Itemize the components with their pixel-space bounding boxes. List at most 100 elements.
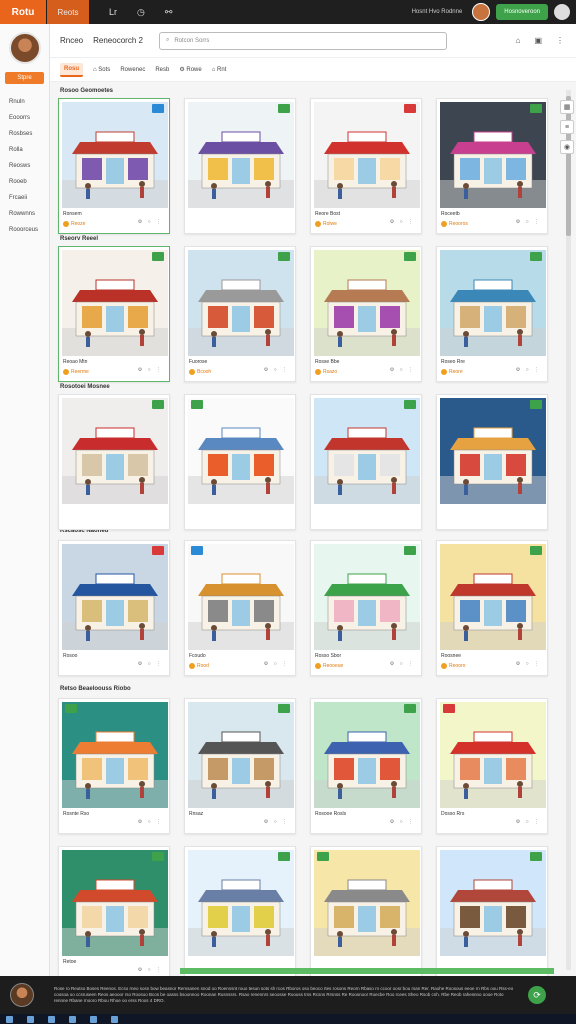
card-title: Rosse Bbe bbox=[315, 359, 340, 365]
store-card[interactable] bbox=[310, 846, 422, 976]
store-card[interactable] bbox=[184, 394, 296, 530]
store-card[interactable]: Roosnee Reooro ⚙ ○ ⋮ bbox=[436, 540, 548, 676]
store-card[interactable]: Reoao Mtn Reerme ⚙ ○ ⋮ bbox=[58, 246, 170, 382]
taskbar-app-icon[interactable] bbox=[90, 1015, 97, 1023]
sidebar-item[interactable]: Rnuln bbox=[0, 94, 49, 110]
store-card[interactable]: Rosso Sbor Reooeue ⚙ ○ ⋮ bbox=[310, 540, 422, 676]
card-badge bbox=[403, 252, 416, 261]
card-actions-icon[interactable]: ⚙ ○ ⋮ bbox=[390, 661, 415, 667]
top-tab[interactable]: Reots bbox=[47, 0, 89, 24]
tab[interactable]: ⌂ Rnt bbox=[212, 67, 227, 73]
store-card[interactable]: Roseo Rre Reore ⚙ ○ ⋮ bbox=[436, 246, 548, 382]
scrollbar[interactable] bbox=[566, 90, 571, 970]
store-card[interactable]: Rosooe Rosls ⚙ ○ ⋮ bbox=[310, 698, 422, 834]
refresh-icon[interactable]: ⟳ bbox=[528, 986, 546, 1004]
eye-icon[interactable]: ◉ bbox=[560, 140, 574, 154]
grid-view-icon[interactable]: ▦ bbox=[560, 100, 574, 114]
store-thumbnail bbox=[314, 250, 420, 356]
store-card[interactable] bbox=[436, 394, 548, 530]
sidebar-item[interactable]: Eooorrs bbox=[0, 110, 49, 126]
card-actions-icon[interactable]: ⚙ ○ ⋮ bbox=[516, 367, 541, 373]
store-card[interactable]: Reore Bost Rolwe ⚙ ○ ⋮ bbox=[310, 98, 422, 234]
taskbar-app-icon[interactable] bbox=[27, 1015, 34, 1023]
card-actions-icon[interactable]: ⚙ ○ ⋮ bbox=[516, 219, 541, 225]
sidebar-item[interactable]: Frcaeii bbox=[0, 190, 49, 206]
section-title: Retso Beaeloouss Riobo bbox=[60, 686, 131, 692]
sidebar-item[interactable]: Rolla bbox=[0, 142, 49, 158]
card-actions-icon[interactable]: ⚙ ○ ⋮ bbox=[264, 661, 289, 667]
price-value: Reooro bbox=[449, 663, 466, 669]
start-icon[interactable] bbox=[6, 1015, 13, 1023]
breadcrumb[interactable]: Reneocorch 2 bbox=[93, 36, 143, 45]
card-actions-icon[interactable]: ⚙ ○ ⋮ bbox=[516, 819, 541, 825]
store-card[interactable]: Retoe ⚙ ○ ⋮ bbox=[58, 846, 170, 976]
tab[interactable]: Rowenec bbox=[120, 67, 145, 73]
app-logo[interactable]: Rotu bbox=[0, 0, 46, 24]
taskbar-app-icon[interactable] bbox=[69, 1015, 76, 1023]
card-actions-icon[interactable]: ⚙ ○ ⋮ bbox=[138, 367, 163, 373]
tab[interactable]: ⚙ Rowe bbox=[179, 66, 201, 73]
price-value: Rood bbox=[197, 663, 209, 669]
tab-active[interactable]: Rosu bbox=[60, 62, 83, 77]
card-badge bbox=[443, 704, 456, 713]
tab[interactable]: ⌂ Sots bbox=[93, 67, 110, 73]
bell-icon[interactable]: ⌂ bbox=[516, 36, 521, 45]
tab-bar: Rosu ⌂ Sots Rowenec Resb ⚙ Rowe ⌂ Rnt bbox=[50, 58, 576, 82]
store-card[interactable]: Rosoo ⚙ ○ ⋮ bbox=[58, 540, 170, 676]
price-value: Reooros bbox=[449, 221, 468, 227]
card-title: Roosnee bbox=[441, 653, 462, 659]
card-actions-icon[interactable]: ⚙ ○ ⋮ bbox=[390, 219, 415, 225]
card-title: Dosso Rrs bbox=[441, 811, 465, 817]
menu-icon[interactable]: ⋮ bbox=[556, 36, 564, 45]
footer-avatar bbox=[10, 983, 34, 1007]
clock-icon[interactable]: ◷ bbox=[137, 7, 145, 18]
settings-icon[interactable]: ▣ bbox=[534, 36, 542, 45]
store-card[interactable] bbox=[310, 394, 422, 530]
library-icon[interactable]: Lr bbox=[109, 7, 117, 17]
sidebar-item[interactable]: Rooorceus bbox=[0, 222, 49, 238]
search-input[interactable]: ⌕ Rotcon Sorrs bbox=[158, 31, 447, 50]
store-card[interactable]: Fuorose Bcooh ⚙ ○ ⋮ bbox=[184, 246, 296, 382]
card-actions-icon[interactable]: ⚙ ○ ⋮ bbox=[138, 661, 163, 667]
store-card[interactable] bbox=[184, 98, 296, 234]
tab[interactable]: Resb bbox=[155, 67, 169, 73]
top-action-button[interactable]: Hosnoveroon bbox=[496, 4, 548, 20]
store-card[interactable]: Ronsem Reoze ⚙ ○ ⋮ bbox=[58, 98, 170, 234]
taskbar-app-icon[interactable] bbox=[111, 1015, 118, 1023]
sidebar-avatar[interactable] bbox=[8, 32, 41, 64]
price-value: Rolwe bbox=[323, 221, 337, 227]
sidebar-item[interactable]: Rowwnns bbox=[0, 206, 49, 222]
store-card[interactable] bbox=[184, 846, 296, 976]
card-actions-icon[interactable]: ⚙ ○ ⋮ bbox=[138, 819, 163, 825]
card-actions-icon[interactable]: ⚙ ○ ⋮ bbox=[264, 819, 289, 825]
page-title: Rnceo bbox=[60, 36, 84, 45]
card-actions-icon[interactable]: ⚙ ○ ⋮ bbox=[516, 661, 541, 667]
card-title: Fcoudo bbox=[189, 653, 206, 659]
avatar[interactable] bbox=[472, 3, 491, 21]
card-actions-icon[interactable]: ⚙ ○ ⋮ bbox=[390, 819, 415, 825]
store-card[interactable]: Dosso Rrs ⚙ ○ ⋮ bbox=[436, 698, 548, 834]
sidebar-item[interactable]: Rosbses bbox=[0, 126, 49, 142]
store-card[interactable]: Rosnte Rso ⚙ ○ ⋮ bbox=[58, 698, 170, 834]
card-actions-icon[interactable]: ⚙ ○ ⋮ bbox=[390, 367, 415, 373]
card-actions-icon[interactable]: ⚙ ○ ⋮ bbox=[264, 367, 289, 373]
store-card[interactable] bbox=[58, 394, 170, 530]
taskbar-app-icon[interactable] bbox=[48, 1015, 55, 1023]
store-button[interactable]: Stpre bbox=[5, 72, 44, 84]
store-card[interactable] bbox=[436, 846, 548, 976]
store-card[interactable]: Roceetb Reooros ⚙ ○ ⋮ bbox=[436, 98, 548, 234]
card-badge bbox=[403, 704, 416, 713]
profile-icon[interactable] bbox=[554, 4, 570, 20]
price-value: Reooeue bbox=[323, 663, 344, 669]
sidebar-item[interactable]: Reosws bbox=[0, 158, 49, 174]
card-actions-icon[interactable]: ⚙ ○ ⋮ bbox=[138, 967, 163, 973]
card-actions-icon[interactable]: ⚙ ○ ⋮ bbox=[138, 219, 163, 225]
controller-icon[interactable]: ⚯ bbox=[165, 7, 173, 18]
store-card[interactable]: Fcoudo Rood ⚙ ○ ⋮ bbox=[184, 540, 296, 676]
sidebar-item[interactable]: Rooeb bbox=[0, 174, 49, 190]
search-placeholder: Rotcon Sorrs bbox=[174, 37, 210, 44]
store-card[interactable]: Rnsaz ⚙ ○ ⋮ bbox=[184, 698, 296, 834]
card-badge bbox=[403, 546, 416, 555]
store-card[interactable]: Rosse Bbe Rsazo ⚙ ○ ⋮ bbox=[310, 246, 422, 382]
list-view-icon[interactable]: ≡ bbox=[560, 120, 574, 134]
